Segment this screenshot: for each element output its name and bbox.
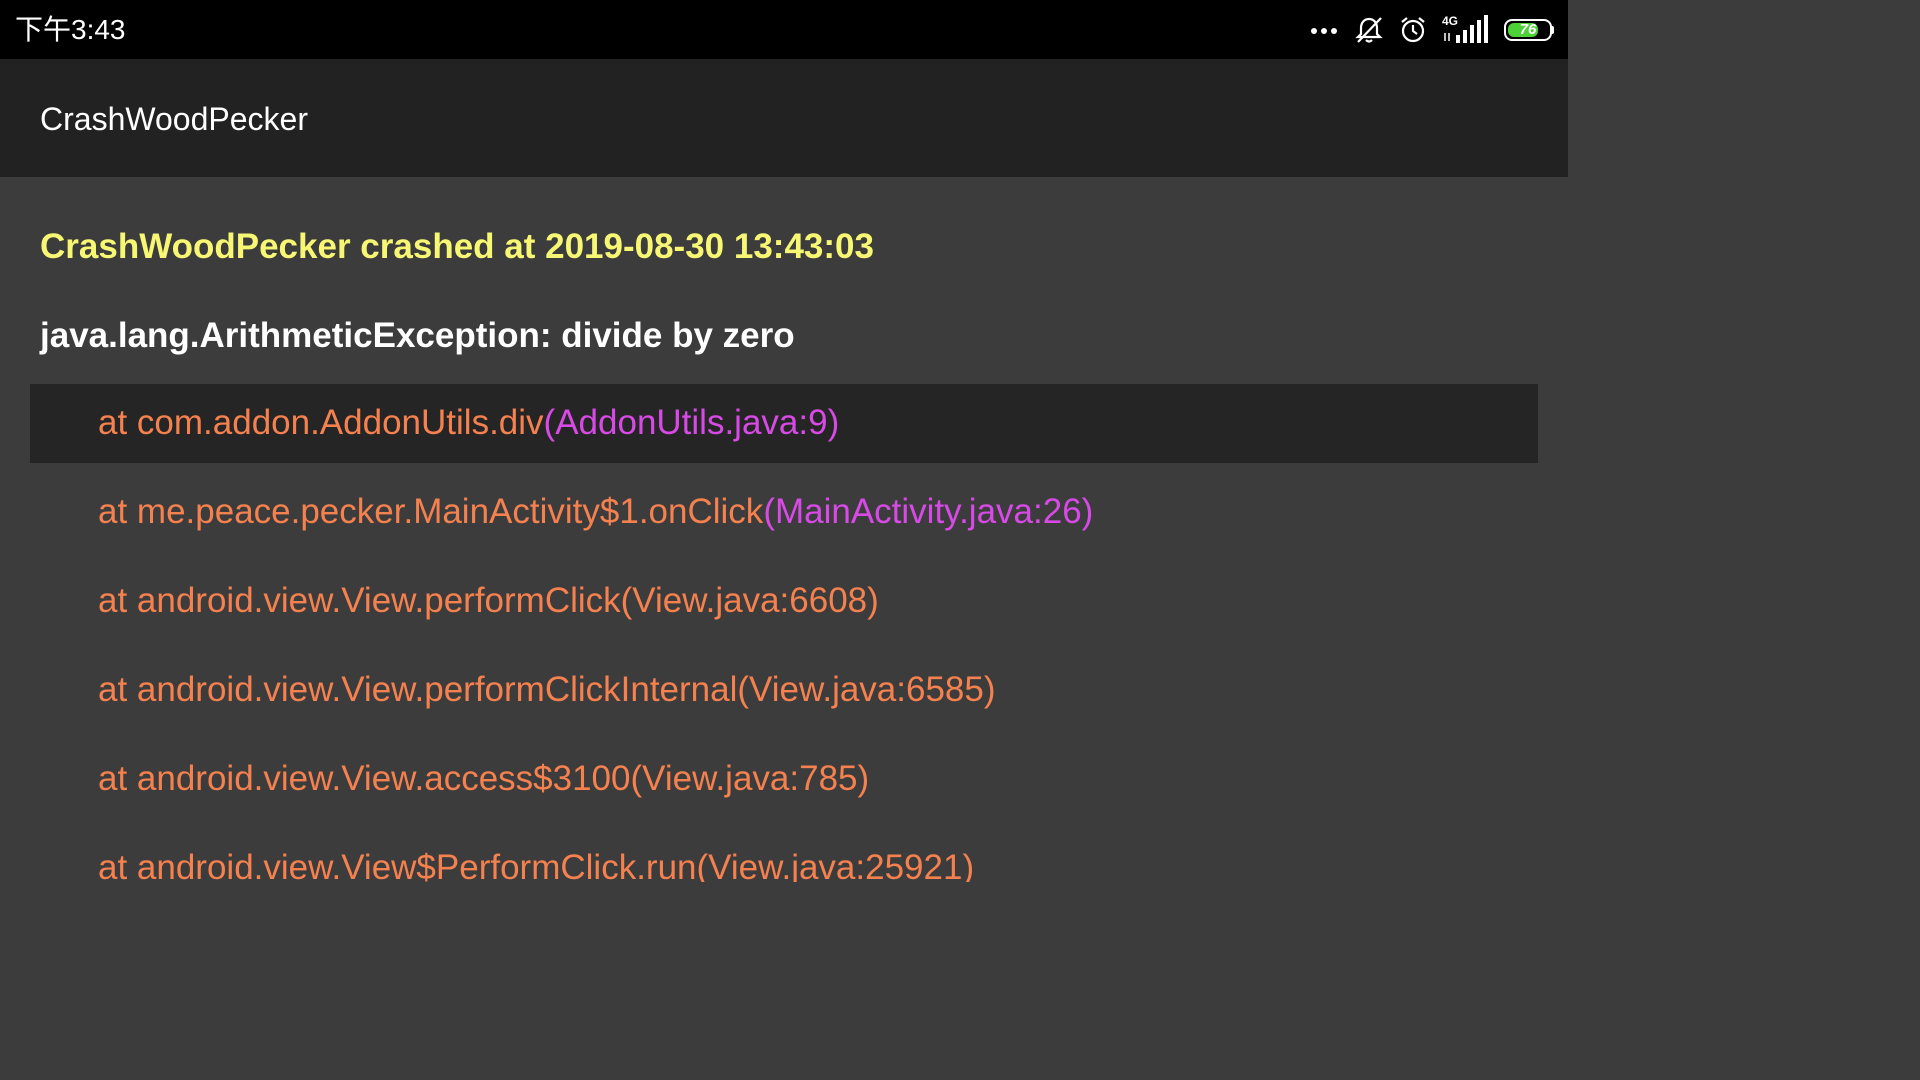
battery-level: 76 — [1519, 21, 1537, 38]
status-icons: 4G 76 — [1310, 12, 1554, 48]
stack-trace-row[interactable]: at android.view.View.performClickInterna… — [30, 651, 1538, 730]
trace-source: (View.java:785) — [630, 759, 870, 798]
trace-source: (View.java:6608) — [620, 581, 879, 620]
trace-method: at com.addon.AddonUtils.div — [98, 403, 544, 442]
crash-details[interactable]: CrashWoodPecker crashed at 2019-08-30 13… — [0, 177, 1568, 882]
trace-source: (View.java:25921) — [696, 848, 975, 882]
trace-method: at android.view.View.performClickInterna… — [98, 670, 738, 709]
stack-trace-row[interactable]: at android.view.View.access$3100(View.ja… — [30, 740, 1538, 819]
signal-icon — [1444, 15, 1488, 43]
status-bar: 下午3:43 4G 76 — [0, 0, 1568, 59]
app-title: CrashWoodPecker — [40, 101, 308, 137]
stack-trace-row[interactable]: at me.peace.pecker.MainActivity$1.onClic… — [30, 473, 1538, 552]
mute-icon — [1354, 15, 1384, 45]
stack-trace-row[interactable]: at com.addon.AddonUtils.div(AddonUtils.j… — [30, 384, 1538, 463]
trace-source: (View.java:6585) — [737, 670, 996, 709]
alarm-icon — [1398, 15, 1428, 45]
app-bar: CrashWoodPecker — [0, 59, 1568, 177]
exception-message: java.lang.ArithmeticException: divide by… — [40, 316, 795, 355]
crash-title: CrashWoodPecker crashed at 2019-08-30 13… — [40, 227, 874, 266]
more-dots-icon — [1310, 24, 1340, 36]
trace-method: at android.view.View.performClick — [98, 581, 621, 620]
trace-method: at android.view.View.access$3100 — [98, 759, 631, 798]
status-time: 下午3:43 — [15, 14, 126, 45]
trace-source: (MainActivity.java:26) — [763, 492, 1094, 531]
stack-trace-row[interactable]: at android.view.View$PerformClick.run(Vi… — [30, 829, 1538, 882]
network-4g-icon: 4G — [1442, 15, 1490, 45]
trace-method: at android.view.View$PerformClick.run — [98, 848, 697, 882]
stack-trace-list: at com.addon.AddonUtils.div(AddonUtils.j… — [30, 384, 1538, 882]
battery-icon: 76 — [1504, 19, 1554, 41]
trace-source: (AddonUtils.java:9) — [543, 403, 840, 442]
stack-trace-row[interactable]: at android.view.View.performClick(View.j… — [30, 562, 1538, 641]
trace-method: at me.peace.pecker.MainActivity$1.onClic… — [98, 492, 764, 531]
